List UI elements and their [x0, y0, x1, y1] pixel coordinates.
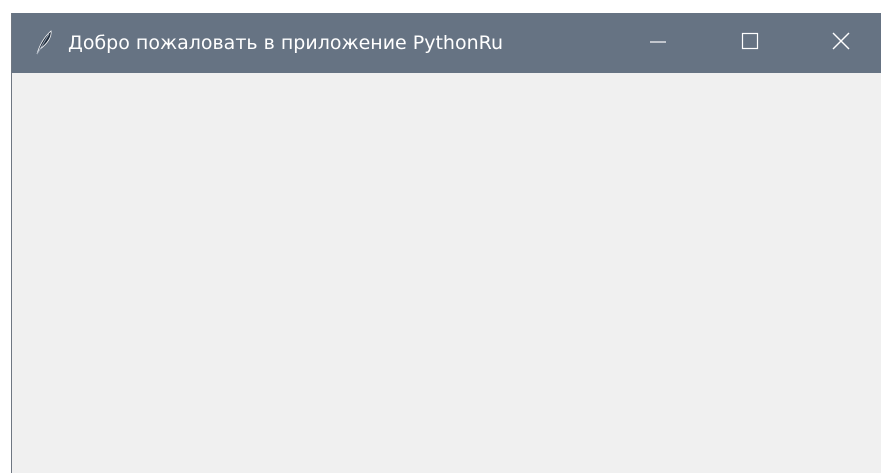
maximize-icon: [740, 31, 760, 55]
window-title: Добро пожаловать в приложение PythonRu: [68, 32, 504, 54]
close-icon: [831, 31, 851, 55]
feather-icon: [34, 29, 54, 55]
minimize-icon: [648, 31, 668, 55]
app-window: Добро пожаловать в приложение PythonRu: [11, 13, 881, 473]
maximize-button[interactable]: [727, 13, 773, 73]
close-button[interactable]: [818, 13, 864, 73]
minimize-button[interactable]: [635, 13, 681, 73]
title-bar[interactable]: Добро пожаловать в приложение PythonRu: [12, 13, 881, 73]
window-client-area: [12, 73, 881, 473]
